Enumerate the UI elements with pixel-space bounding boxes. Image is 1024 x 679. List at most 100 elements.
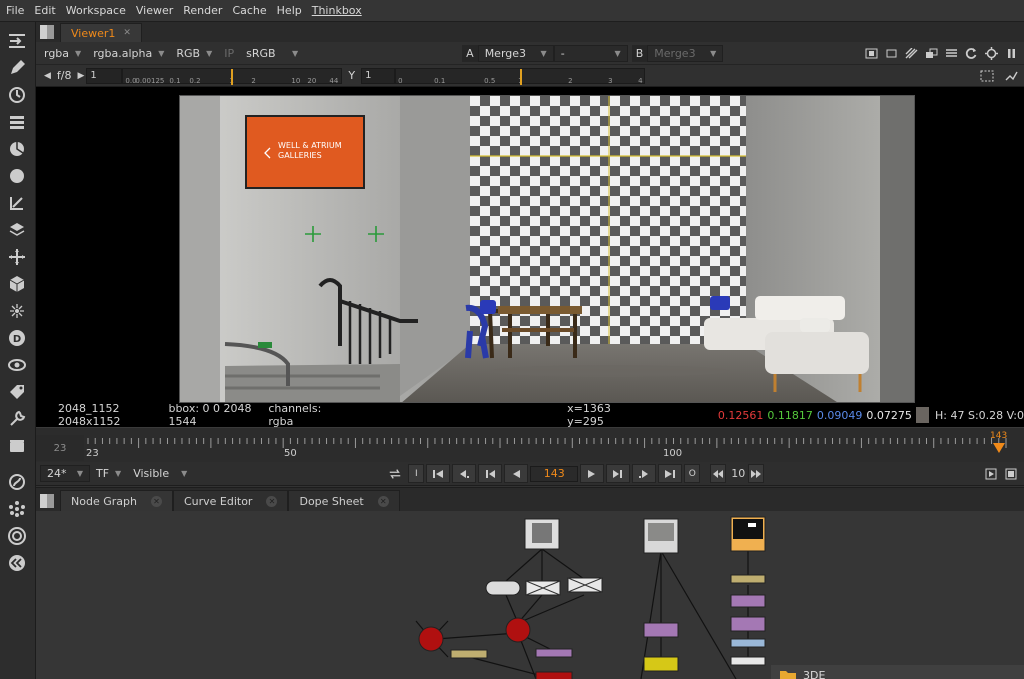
flipbook-icon[interactable]	[984, 467, 998, 481]
timeline-start-frame[interactable]: 23	[36, 435, 84, 461]
ofx-icon[interactable]	[6, 498, 28, 520]
node-filter[interactable]	[730, 616, 766, 632]
close-icon[interactable]: ✕	[266, 495, 278, 507]
roi-select-icon[interactable]	[980, 69, 994, 83]
gain-field[interactable]: 1	[86, 67, 123, 84]
node-draw[interactable]	[643, 656, 679, 672]
menu-render[interactable]: Render	[178, 4, 227, 17]
furnace-icon[interactable]	[6, 471, 28, 493]
toggle-panel-icon[interactable]	[6, 30, 28, 52]
gamma-slider-handle[interactable]	[520, 68, 523, 85]
merge-icon[interactable]	[6, 219, 28, 241]
node-grade[interactable]	[450, 649, 488, 659]
gamma-field[interactable]: 1	[361, 67, 396, 84]
deep-icon[interactable]: D	[6, 327, 28, 349]
draw-icon[interactable]	[6, 57, 28, 79]
channels-dropdown[interactable]: rgba ▼	[36, 45, 87, 62]
input-a-dropdown[interactable]: Merge3 ▼	[477, 44, 554, 62]
display-style-dropdown[interactable]: RGB ▼	[170, 45, 218, 62]
node-dot[interactable]	[485, 580, 521, 596]
node-merge[interactable]	[505, 617, 531, 643]
node-filter[interactable]	[643, 622, 679, 638]
node-transform[interactable]	[730, 656, 766, 666]
frame-increment[interactable]: 10	[731, 467, 745, 480]
node-channel[interactable]	[730, 638, 766, 648]
set-in-point-button[interactable]: I	[408, 464, 425, 483]
current-frame-marker-icon[interactable]	[993, 443, 1005, 453]
panel-menu-icon[interactable]	[40, 494, 54, 508]
previous-keyframe-button[interactable]	[452, 464, 477, 483]
node-merge[interactable]	[535, 671, 573, 679]
lut-dropdown[interactable]: sRGB ▼	[240, 45, 304, 62]
play-forward-button[interactable]	[580, 464, 605, 483]
pause-update-icon[interactable]	[984, 46, 998, 60]
capture-icon[interactable]	[1004, 467, 1018, 481]
close-icon[interactable]: ✕	[123, 28, 131, 38]
input-process-toggle[interactable]: IP	[218, 45, 240, 62]
gamma-slider[interactable]: 0 0.1 0.5 1 2 3 4	[395, 67, 646, 85]
menu-thinkbox[interactable]: Thinkbox	[307, 4, 367, 17]
next-frame-button[interactable]	[606, 464, 631, 483]
play-backward-button[interactable]	[504, 464, 529, 483]
channel-icon[interactable]	[6, 111, 28, 133]
time-icon[interactable]	[6, 84, 28, 106]
timeline[interactable]: 23 23 50 100 143	[36, 427, 1024, 462]
go-to-end-button[interactable]	[658, 464, 683, 483]
input-b-dropdown[interactable]: Merge3 ▼	[647, 44, 724, 62]
go-to-start-button[interactable]	[426, 464, 451, 483]
tab-curve-editor[interactable]: Curve Editor ✕	[172, 490, 289, 511]
filter-icon[interactable]	[6, 165, 28, 187]
toolsets-icon[interactable]	[6, 408, 28, 430]
current-frame-field[interactable]: 143	[530, 465, 579, 482]
gain-slider-handle[interactable]	[231, 68, 234, 85]
node-graph-canvas[interactable]: 3DE	[36, 511, 1024, 679]
3d-icon[interactable]	[6, 273, 28, 295]
step-forward-increment-button[interactable]	[748, 464, 765, 483]
lines-icon[interactable]	[944, 46, 958, 60]
transform-icon[interactable]	[6, 246, 28, 268]
menu-viewer[interactable]: Viewer	[131, 4, 178, 17]
refresh-icon[interactable]	[964, 46, 978, 60]
playback-mode-icon[interactable]	[388, 467, 402, 481]
keyframe-icon[interactable]	[6, 552, 28, 574]
panel-menu-icon[interactable]	[40, 25, 54, 39]
keyer-icon[interactable]	[6, 192, 28, 214]
menu-workspace[interactable]: Workspace	[61, 4, 131, 17]
previous-frame-button[interactable]	[478, 464, 503, 483]
fps-dropdown[interactable]: 24* ▼	[40, 465, 90, 482]
pause-icon[interactable]	[1004, 46, 1018, 60]
alpha-channel-dropdown[interactable]: rgba.alpha ▼	[87, 45, 170, 62]
timeline-ruler[interactable]: 23 50 100 143	[86, 431, 1024, 463]
clipping-warning-icon[interactable]	[904, 46, 918, 60]
menu-cache[interactable]: Cache	[227, 4, 271, 17]
node-read[interactable]	[730, 516, 766, 552]
tab-viewer1[interactable]: Viewer1 ✕	[60, 23, 142, 42]
overlay-icon[interactable]	[924, 46, 938, 60]
other-icon[interactable]	[6, 435, 28, 457]
node-filter[interactable]	[535, 648, 573, 658]
tab-dope-sheet[interactable]: Dope Sheet ✕	[288, 490, 400, 511]
plugin-icon[interactable]	[6, 525, 28, 547]
node-grade[interactable]	[730, 574, 766, 584]
frame-display-dropdown[interactable]: TF ▼	[90, 465, 127, 482]
fstop-increment-icon[interactable]: ▶	[78, 71, 85, 81]
node-transform[interactable]	[567, 577, 603, 593]
roi-icon[interactable]	[864, 46, 878, 60]
close-icon[interactable]: ✕	[150, 495, 162, 507]
node-merge[interactable]	[418, 626, 444, 652]
node-transform[interactable]	[525, 580, 561, 596]
set-out-point-button[interactable]: O	[684, 464, 701, 483]
metadata-icon[interactable]	[6, 381, 28, 403]
particles-icon[interactable]	[6, 300, 28, 322]
close-icon[interactable]: ✕	[377, 495, 389, 507]
views-icon[interactable]	[6, 354, 28, 376]
proxy-icon[interactable]	[884, 46, 898, 60]
menu-help[interactable]: Help	[272, 4, 307, 17]
fstop-decrement-icon[interactable]: ◀	[44, 71, 51, 81]
color-icon[interactable]	[6, 138, 28, 160]
menu-edit[interactable]: Edit	[29, 4, 60, 17]
node-filter[interactable]	[730, 594, 766, 608]
step-back-increment-button[interactable]	[710, 464, 727, 483]
menu-file[interactable]: File	[0, 4, 29, 17]
tab-node-graph[interactable]: Node Graph ✕	[60, 490, 173, 511]
